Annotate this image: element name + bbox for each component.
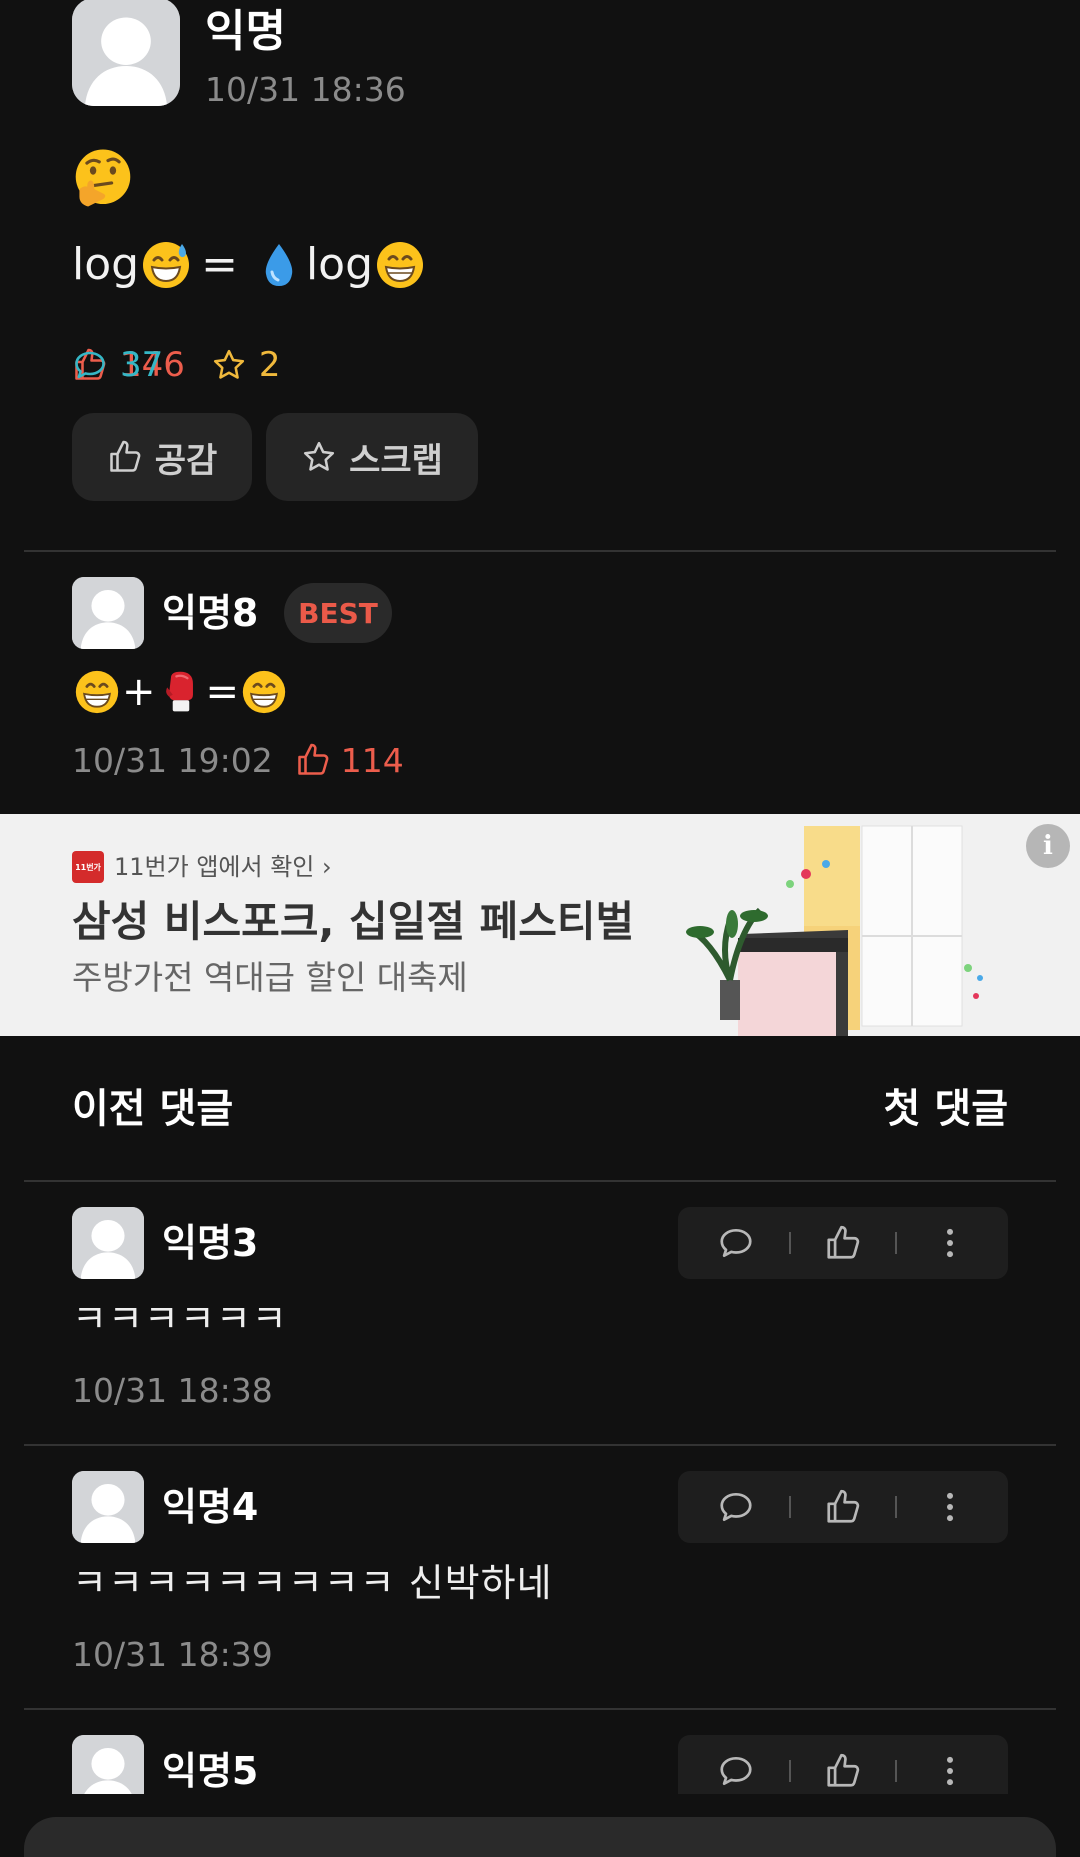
like-button[interactable]: 공감 <box>72 413 252 501</box>
separator <box>788 1760 791 1782</box>
comment-input-bar[interactable] <box>24 1817 1056 1857</box>
comment-like-button[interactable] <box>823 1751 863 1791</box>
author-avatar[interactable] <box>72 0 180 106</box>
best-comment-body: + = <box>72 664 289 720</box>
star-icon <box>301 439 337 475</box>
comment-count: 37 <box>120 345 164 385</box>
thumbs-up-icon <box>824 1224 862 1262</box>
comment-body: ㅋㅋㅋㅋㅋㅋㅋㅋㅋ 신박하네 <box>72 1561 553 1605</box>
ad-logo-text: 11번가 <box>75 862 101 872</box>
separator <box>788 1496 791 1518</box>
reply-button[interactable] <box>716 1223 756 1263</box>
comment-actions <box>678 1471 1008 1543</box>
comment-avatar[interactable] <box>72 1471 144 1543</box>
ad-subtitle[interactable]: 주방가전 역대급 할인 대축제 <box>72 955 468 1001</box>
thinking-face-emoji <box>72 147 134 209</box>
more-vertical-icon <box>931 1224 969 1262</box>
comment-like-button[interactable] <box>823 1223 863 1263</box>
more-options-button[interactable] <box>930 1223 970 1263</box>
post: 익명 10/31 18:36 log = log 146 37 2 공감 스크랩 <box>0 0 1080 552</box>
previous-comments-link[interactable]: 이전 댓글 <box>72 1083 233 1135</box>
more-options-button[interactable] <box>930 1751 970 1791</box>
more-vertical-icon <box>931 1752 969 1790</box>
thumbs-up-icon <box>824 1488 862 1526</box>
grin-emoji <box>74 669 120 715</box>
comment-like-button[interactable] <box>823 1487 863 1527</box>
like-button-label: 공감 <box>154 440 218 481</box>
scrap-button[interactable]: 스크랩 <box>266 413 478 501</box>
speech-bubble-icon <box>717 1752 755 1790</box>
thumbs-up-icon <box>107 439 143 475</box>
post-stats: 146 37 2 <box>72 340 307 390</box>
reply-button[interactable] <box>716 1487 756 1527</box>
more-vertical-icon <box>931 1488 969 1526</box>
comment-time: 10/31 18:38 <box>72 1371 273 1410</box>
best-comment-like: 114 <box>295 741 404 780</box>
post-author[interactable]: 익명 <box>205 2 286 62</box>
ad-logo: 11번가 <box>72 851 104 883</box>
separator <box>788 1232 791 1254</box>
ad-product-image[interactable] <box>680 820 1000 1036</box>
comment-author[interactable]: 익명4 <box>162 1482 258 1532</box>
comment-avatar[interactable] <box>72 1207 144 1279</box>
best-badge: BEST <box>284 583 392 643</box>
thumbs-up-icon <box>824 1752 862 1790</box>
speech-bubble-icon <box>717 1488 755 1526</box>
scrap-button-label: 스크랩 <box>349 440 443 481</box>
speech-bubble-icon <box>72 347 108 383</box>
more-options-button[interactable] <box>930 1487 970 1527</box>
comment-time: 10/31 18:39 <box>72 1635 273 1674</box>
info-icon[interactable]: i <box>1026 824 1070 868</box>
comment-actions <box>678 1207 1008 1279</box>
best-comment-time: 10/31 19:02 <box>72 740 273 780</box>
ad-title[interactable]: 삼성 비스포크, 십일절 페스티벌 <box>72 892 634 952</box>
boxing-glove-emoji <box>158 669 204 715</box>
scroll-clip <box>0 1794 1080 1817</box>
post-time: 10/31 18:36 <box>205 70 406 109</box>
best-like-count: 114 <box>340 740 404 780</box>
ad-source[interactable]: 11번가 앱에서 확인 › <box>114 849 332 885</box>
best-body-equals: = <box>205 669 240 715</box>
thumbs-up-icon <box>295 742 331 778</box>
comment-body: ㅋㅋㅋㅋㅋㅋ <box>72 1297 288 1341</box>
grin-emoji <box>241 669 287 715</box>
best-comment-author[interactable]: 익명8 <box>162 588 258 638</box>
comment-author[interactable]: 익명3 <box>162 1218 258 1268</box>
speech-bubble-icon <box>717 1224 755 1262</box>
comment-avatar[interactable] <box>72 577 144 649</box>
separator <box>895 1760 898 1782</box>
reply-button[interactable] <box>716 1751 756 1791</box>
separator <box>895 1496 898 1518</box>
separator <box>895 1232 898 1254</box>
first-comment-link[interactable]: 첫 댓글 <box>884 1083 1008 1135</box>
comment-author[interactable]: 익명5 <box>162 1746 258 1796</box>
best-body-plus: + <box>122 669 156 715</box>
best-comment-meta: 10/31 19:02 114 <box>72 738 404 782</box>
